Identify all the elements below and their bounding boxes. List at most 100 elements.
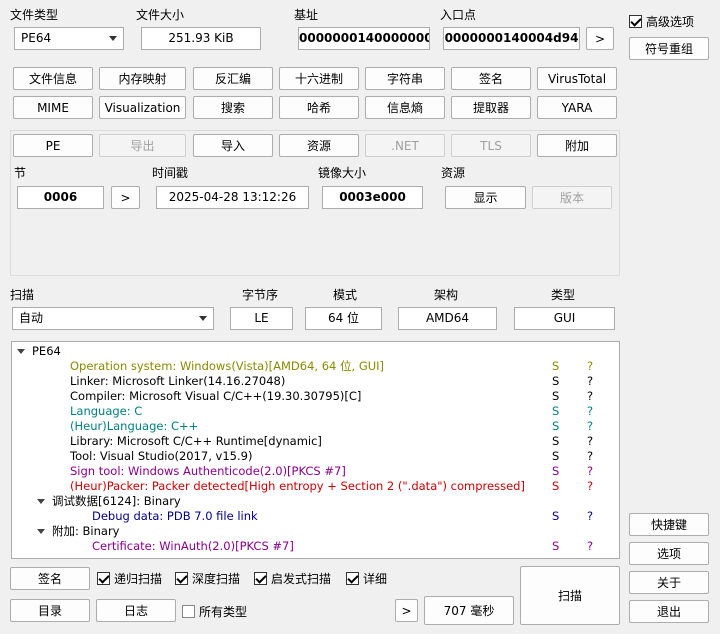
mime-button[interactable]: MIME — [13, 96, 93, 119]
shortcuts-button[interactable]: 快捷键 — [629, 513, 709, 536]
section-count-field[interactable]: 0006 — [17, 186, 104, 209]
file-size-field[interactable]: 251.93 KiB — [141, 27, 261, 50]
info-marker[interactable]: ? — [587, 449, 593, 464]
base-address-field[interactable]: 0000000140000000 — [298, 27, 430, 50]
signature-marker[interactable]: S — [552, 449, 559, 464]
info-marker[interactable]: ? — [587, 359, 593, 374]
expand-toggle-icon[interactable] — [37, 499, 45, 504]
tls-button[interactable]: TLS — [451, 134, 531, 157]
image-size-field[interactable]: 0003e000 — [322, 186, 423, 209]
timestamp-field[interactable]: 2025-04-28 13:12:26 — [156, 186, 309, 209]
tree-item-label: (Heur)Packer: Packer detected[High entro… — [70, 479, 525, 493]
tree-node[interactable]: 附加: Binary — [12, 524, 619, 539]
file-info-button[interactable]: 文件信息 — [13, 67, 93, 90]
tree-node[interactable]: 调试数据[6124]: Binary — [12, 494, 619, 509]
tree-item[interactable]: (Heur)Language: C++ S? — [12, 419, 619, 434]
section-next-button[interactable]: > — [111, 186, 140, 209]
signature-marker[interactable]: S — [552, 539, 559, 554]
tree-item-label: Compiler: Microsoft Visual C/C++(19.30.3… — [70, 389, 362, 403]
hex-button[interactable]: 十六进制 — [279, 67, 359, 90]
tree-item[interactable]: Operation system: Windows(Vista)[AMD64, … — [12, 359, 619, 374]
file-type-label: 文件类型 — [10, 8, 59, 22]
scan-button[interactable]: 扫描 — [520, 566, 620, 625]
symbol-reconstruct-button[interactable]: 符号重组 — [629, 37, 709, 60]
signature-marker[interactable]: S — [552, 359, 559, 374]
overlay-button[interactable]: 附加 — [537, 134, 617, 157]
info-marker[interactable]: ? — [587, 419, 593, 434]
info-marker[interactable]: ? — [587, 509, 593, 524]
resources-show-button[interactable]: 显示 — [445, 186, 526, 209]
signature-marker[interactable]: S — [552, 479, 559, 494]
signatures-button[interactable]: 签名 — [451, 67, 531, 90]
resources-version-button[interactable]: 版本 — [532, 186, 612, 209]
file-type-select[interactable]: PE64 — [14, 27, 124, 50]
info-marker[interactable]: ? — [587, 434, 593, 449]
strings-button[interactable]: 字符串 — [365, 67, 445, 90]
resources-button[interactable]: 资源 — [279, 134, 359, 157]
entry-point-field[interactable]: 0000000140004d94 — [443, 27, 580, 50]
scan-mode-value: 自动 — [19, 311, 44, 325]
advanced-options-checkbox[interactable]: 高级选项 — [629, 13, 694, 30]
search-button[interactable]: 搜索 — [193, 96, 273, 119]
signature-marker[interactable]: S — [552, 389, 559, 404]
signature-marker[interactable]: S — [552, 419, 559, 434]
memory-map-button[interactable]: 内存映射 — [99, 67, 186, 90]
expand-toggle-icon[interactable] — [37, 529, 45, 534]
info-marker[interactable]: ? — [587, 374, 593, 389]
signature-marker[interactable]: S — [552, 404, 559, 419]
all-types-label: 所有类型 — [199, 605, 248, 619]
virustotal-button[interactable]: VirusTotal — [537, 67, 617, 90]
tree-node[interactable]: PE64 — [12, 344, 619, 359]
tree-item[interactable]: Compiler: Microsoft Visual C/C++(19.30.3… — [12, 389, 619, 404]
hash-button[interactable]: 哈希 — [279, 96, 359, 119]
info-marker[interactable]: ? — [587, 389, 593, 404]
time-next-button[interactable]: > — [395, 599, 418, 622]
exit-button[interactable]: 退出 — [629, 600, 709, 623]
heuristic-scan-checkbox[interactable]: 启发式扫描 — [254, 570, 331, 587]
tree-item[interactable]: Language: C S? — [12, 404, 619, 419]
imports-button[interactable]: 导入 — [193, 134, 273, 157]
tree-item[interactable]: (Heur)Packer: Packer detected[High entro… — [12, 479, 619, 494]
about-button[interactable]: 关于 — [629, 571, 709, 594]
extractor-button[interactable]: 提取器 — [451, 96, 531, 119]
disassembly-button[interactable]: 反汇编 — [193, 67, 273, 90]
options-button[interactable]: 选项 — [629, 542, 709, 565]
entry-point-next-button[interactable]: > — [586, 27, 614, 50]
pe-button[interactable]: PE — [13, 134, 93, 157]
yara-button[interactable]: YARA — [537, 96, 617, 119]
tree-item[interactable]: Library: Microsoft C/C++ Runtime[dynamic… — [12, 434, 619, 449]
tree-item[interactable]: Sign tool: Windows Authenticode(2.0)[PKC… — [12, 464, 619, 479]
checkbox-checked-icon — [254, 572, 267, 585]
signature-marker[interactable]: S — [552, 434, 559, 449]
signature-marker[interactable]: S — [552, 374, 559, 389]
tree-item[interactable]: Tool: Visual Studio(2017, v15.9) S? — [12, 449, 619, 464]
scan-time-button[interactable]: 707 毫秒 — [424, 596, 514, 625]
log-button[interactable]: 日志 — [96, 599, 176, 622]
expand-toggle-icon[interactable] — [17, 349, 25, 354]
mode-field[interactable]: 64 位 — [305, 307, 382, 330]
exports-button[interactable]: 导出 — [99, 134, 186, 157]
info-marker[interactable]: ? — [587, 539, 593, 554]
type-field[interactable]: GUI — [514, 307, 615, 330]
tree-item[interactable]: Certificate: WinAuth(2.0)[PKCS #7] S? — [12, 539, 619, 554]
entropy-button[interactable]: 信息熵 — [365, 96, 445, 119]
tree-item[interactable]: Debug data: PDB 7.0 file link S? — [12, 509, 619, 524]
scan-results-tree[interactable]: PE64 Operation system: Windows(Vista)[AMD… — [11, 341, 620, 559]
scan-mode-select[interactable]: 自动 — [12, 307, 214, 330]
deep-scan-checkbox[interactable]: 深度扫描 — [175, 570, 240, 587]
directory-button[interactable]: 目录 — [10, 599, 90, 622]
info-marker[interactable]: ? — [587, 479, 593, 494]
signature-button[interactable]: 签名 — [10, 567, 90, 590]
visualization-button[interactable]: Visualization — [99, 96, 186, 119]
tree-item[interactable]: Linker: Microsoft Linker(14.16.27048) S? — [12, 374, 619, 389]
verbose-checkbox[interactable]: 详细 — [346, 570, 387, 587]
signature-marker[interactable]: S — [552, 464, 559, 479]
recursive-scan-checkbox[interactable]: 递归扫描 — [97, 570, 162, 587]
info-marker[interactable]: ? — [587, 404, 593, 419]
architecture-field[interactable]: AMD64 — [398, 307, 497, 330]
info-marker[interactable]: ? — [587, 464, 593, 479]
endianness-field[interactable]: LE — [230, 307, 293, 330]
dotnet-button[interactable]: .NET — [365, 134, 445, 157]
signature-marker[interactable]: S — [552, 509, 559, 524]
all-types-checkbox[interactable]: 所有类型 — [182, 603, 247, 620]
